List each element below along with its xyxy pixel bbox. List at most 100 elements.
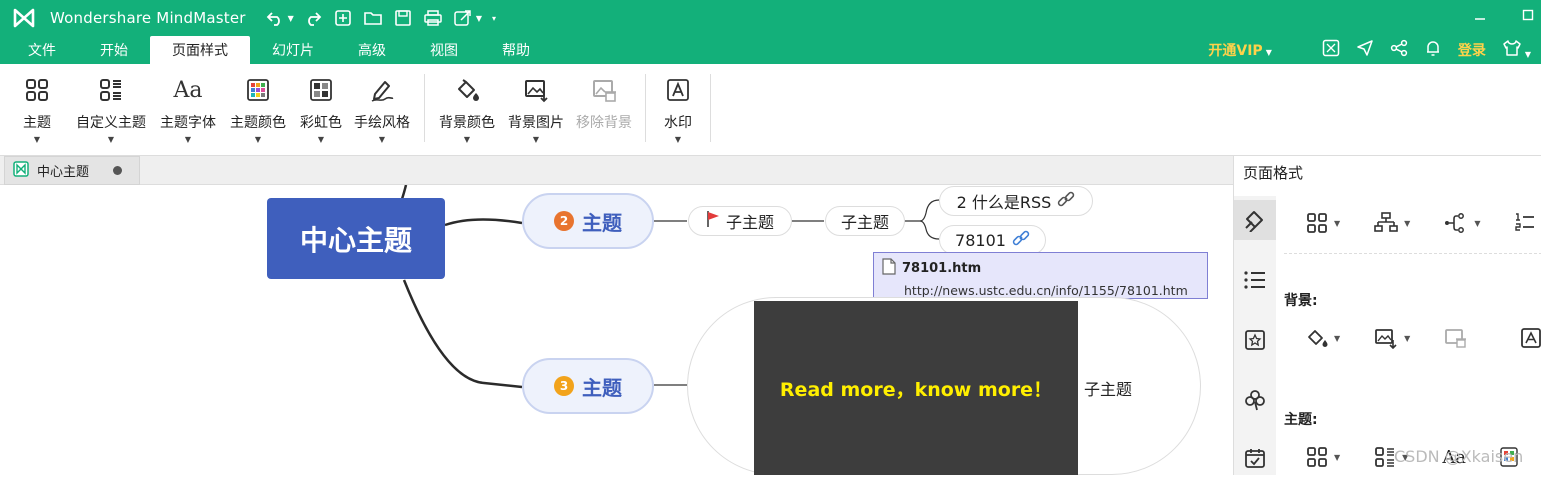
remove-image-icon (590, 76, 618, 104)
vip-button[interactable]: 开通VIP ▼ (1208, 40, 1271, 60)
login-button[interactable]: 登录 (1458, 40, 1486, 60)
hand-drawn-button[interactable]: 手绘风格 ▼ (348, 64, 416, 156)
bg-color-button[interactable]: 背景颜色 ▼ (433, 64, 501, 156)
minimize-icon[interactable] (1469, 4, 1491, 26)
menu-page-style[interactable]: 页面样式 (150, 36, 250, 64)
rainbow-button[interactable]: 彩虹色 ▼ (294, 64, 348, 156)
dropdown-arrow-icon: ▼ (463, 135, 471, 144)
color-palette-icon (244, 76, 272, 104)
numbering-dropdown[interactable] (1514, 212, 1535, 234)
dropdown-arrow-icon: ▼ (184, 135, 192, 144)
dropdown-arrow-icon: ▼ (532, 135, 540, 144)
save-icon[interactable] (390, 6, 416, 30)
leaf-rss-node[interactable]: 2 什么是RSS (939, 186, 1093, 216)
new-file-icon[interactable] (330, 6, 356, 30)
sticker-icon[interactable] (1234, 320, 1276, 360)
main-topic-3-label: 主题 (582, 375, 622, 400)
number-badge-3: 3 (554, 376, 574, 396)
mindmaster-logo-icon (12, 7, 36, 29)
font-aa-icon: Aa (173, 77, 203, 103)
document-tab[interactable]: 中心主题 (4, 156, 140, 185)
vip-label: 开通VIP (1208, 43, 1263, 59)
connector-dropdown[interactable]: ▼ (1444, 212, 1480, 234)
menu-advanced[interactable]: 高级 (336, 36, 408, 64)
org-chart-dropdown[interactable]: ▼ (1374, 212, 1410, 234)
image-icon (1375, 329, 1397, 349)
panel-watermark-button[interactable] (1520, 327, 1541, 349)
ribbon-separator (710, 74, 711, 142)
menu-file[interactable]: 文件 (6, 36, 78, 64)
send-icon[interactable] (1356, 39, 1374, 61)
subtopic-right-label[interactable]: 子主题 (1084, 376, 1132, 400)
image-topic[interactable]: Read more，know more！ (754, 301, 1078, 475)
undo-dropdown-icon[interactable]: ▼ (288, 14, 294, 23)
title-bar: Wondershare MindMaster ▼ ▼ ▾ (0, 0, 1541, 36)
subtopic-flag-label: 子主题 (725, 213, 774, 232)
org-chart-icon (1374, 212, 1398, 232)
print-icon[interactable] (420, 6, 446, 30)
custom-theme-button[interactable]: 自定义主题 ▼ (68, 64, 154, 156)
page-format-tab-icon[interactable] (1234, 200, 1276, 240)
outline-list-icon[interactable] (1234, 260, 1276, 300)
dropdown-arrow-icon: ▼ (317, 135, 325, 144)
menu-right-tools: 开通VIP ▼ 登录 ▼ (1208, 36, 1531, 64)
remove-bg-button[interactable]: 移除背景 (571, 64, 637, 156)
paint-bucket-icon (1308, 330, 1328, 347)
skin-icon[interactable]: ▼ (1502, 39, 1531, 61)
layout-row: ▼ ▼ ▼ (1306, 212, 1535, 234)
export-dropdown-icon[interactable]: ▼ (476, 14, 482, 23)
clover-icon[interactable] (1234, 380, 1276, 420)
custom-theme-icon (1375, 447, 1395, 467)
central-topic-node[interactable]: 中心主题 (267, 198, 445, 279)
fullscreen-icon[interactable] (1322, 39, 1340, 61)
redo-icon[interactable] (300, 6, 326, 30)
hand-drawn-label: 手绘风格 (354, 115, 410, 131)
vip-dropdown-icon: ▼ (1265, 48, 1272, 57)
main-topic-3-node[interactable]: 3 主题 (522, 358, 654, 414)
panel-theme-dropdown[interactable]: ▼ (1306, 446, 1340, 468)
dropdown-arrow-icon: ▼ (254, 135, 262, 144)
theme-button[interactable]: 主题 ▼ (6, 64, 68, 156)
dropdown-arrow-icon: ▼ (1334, 333, 1341, 343)
panel-divider (1284, 253, 1541, 254)
share-icon[interactable] (1390, 39, 1408, 61)
panel-bg-image-dropdown[interactable]: ▼ (1374, 327, 1410, 349)
ribbon-separator (645, 74, 646, 142)
structure-dropdown[interactable]: ▼ (1306, 212, 1340, 234)
layout-grid-icon (23, 76, 51, 104)
dropdown-arrow-icon: ▼ (378, 135, 386, 144)
file-link-icon[interactable] (1012, 229, 1030, 251)
task-calendar-icon[interactable] (1234, 438, 1276, 478)
connector-icon (1445, 213, 1465, 233)
theme-color-label: 主题颜色 (230, 115, 286, 131)
bell-icon[interactable] (1424, 39, 1442, 61)
watermark-label: 水印 (664, 115, 692, 131)
leaf-rss-label: 2 什么是RSS (956, 193, 1052, 212)
menu-start[interactable]: 开始 (78, 36, 150, 64)
watermark-button[interactable]: 水印 ▼ (654, 64, 702, 156)
undo-icon[interactable] (262, 6, 288, 30)
maximize-icon[interactable] (1517, 4, 1539, 26)
hyperlink-icon[interactable] (1057, 190, 1075, 212)
open-folder-icon[interactable] (360, 6, 386, 30)
panel-remove-bg-button[interactable] (1444, 327, 1468, 349)
theme-font-button[interactable]: Aa 主题字体 ▼ (154, 64, 222, 156)
subtopic-middle-node[interactable]: 子主题 (825, 206, 905, 236)
subtopic-flag-node[interactable]: 子主题 (688, 206, 792, 236)
export-icon[interactable] (450, 6, 476, 30)
panel-bg-color-dropdown[interactable]: ▼ (1306, 327, 1340, 349)
menu-view[interactable]: 视图 (408, 36, 480, 64)
dropdown-arrow-icon: ▼ (1404, 333, 1411, 343)
panel-title: 页面格式 (1243, 164, 1304, 182)
page-format-panel: 页面格式 ▼ ▼ ▼ 背景: ▼ ▼ 主题: ▼ ▼ Aa (1233, 156, 1541, 475)
bg-image-button[interactable]: 背景图片 ▼ (501, 64, 571, 156)
theme-color-button[interactable]: 主题颜色 ▼ (222, 64, 294, 156)
customize-toolbar-icon[interactable]: ▾ (492, 14, 496, 23)
main-topic-2-node[interactable]: 2 主题 (522, 193, 654, 249)
unsaved-dot-icon[interactable] (113, 166, 123, 175)
menu-help[interactable]: 帮助 (480, 36, 552, 64)
dropdown-arrow-icon: ▼ (674, 135, 682, 144)
leaf-link-node[interactable]: 78101 (939, 225, 1046, 255)
ribbon-toolbar: 主题 ▼ 自定义主题 ▼ Aa 主题字体 ▼ 主题颜色 ▼ 彩虹色 ▼ 手绘风格… (0, 64, 1541, 156)
menu-slides[interactable]: 幻灯片 (250, 36, 336, 64)
